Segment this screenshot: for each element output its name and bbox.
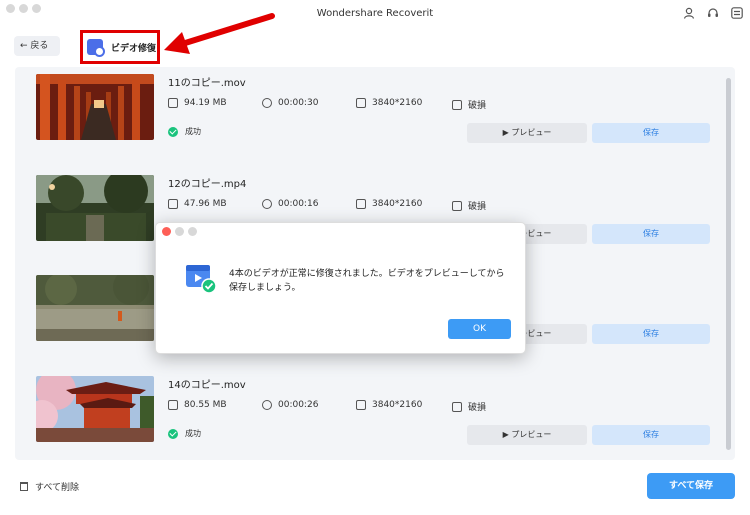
video-thumbnail[interactable] — [36, 275, 154, 341]
list-item: 14のコピー.mov 80.55 MB 00:00:26 3840*2160 破… — [36, 376, 716, 446]
success-check-icon — [168, 126, 178, 137]
resolution-icon — [356, 199, 366, 209]
file-resolution: 3840*2160 — [356, 98, 422, 108]
trash-icon — [20, 482, 28, 491]
file-name: 14のコピー.mov — [168, 380, 246, 391]
status-badge: 成功 — [168, 428, 201, 439]
clock-icon — [262, 98, 272, 108]
file-size: 47.96 MB — [168, 199, 227, 209]
file-name: 12のコピー.mp4 — [168, 179, 247, 190]
file-resolution: 3840*2160 — [356, 400, 422, 410]
video-repair-tab-label: ビデオ修復 — [111, 43, 157, 54]
delete-all-button[interactable]: すべて削除 — [20, 480, 79, 493]
success-check-icon — [168, 428, 178, 439]
list-scrollbar[interactable] — [726, 78, 731, 450]
file-icon — [168, 199, 178, 209]
camera-icon — [452, 401, 462, 412]
resolution-icon — [356, 400, 366, 410]
dialog-minimize-button[interactable] — [175, 227, 184, 236]
save-button[interactable]: 保存 — [592, 123, 710, 143]
delete-all-label: すべて削除 — [35, 483, 80, 493]
save-button[interactable]: 保存 — [592, 224, 710, 244]
menu-icon[interactable] — [730, 7, 744, 21]
save-all-button[interactable]: すべて保存 — [647, 473, 735, 499]
clock-icon — [262, 199, 272, 209]
account-icon[interactable] — [682, 7, 696, 21]
status-badge: 成功 — [168, 126, 201, 137]
dialog-zoom-button[interactable] — [188, 227, 197, 236]
file-duration: 00:00:16 — [262, 199, 318, 209]
file-duration: 00:00:26 — [262, 400, 318, 410]
ok-button[interactable]: OK — [448, 319, 511, 339]
save-button[interactable]: 保存 — [592, 324, 710, 344]
camera-icon — [452, 200, 462, 211]
resolution-icon — [356, 98, 366, 108]
support-headset-icon[interactable] — [706, 7, 720, 21]
video-thumbnail[interactable] — [36, 376, 154, 442]
file-resolution: 3840*2160 — [356, 199, 422, 209]
arrow-left-icon: ← — [20, 41, 28, 51]
file-size: 80.55 MB — [168, 400, 227, 410]
back-button-label: 戻る — [30, 41, 49, 51]
video-success-icon — [186, 265, 216, 293]
clock-icon — [262, 400, 272, 410]
back-button[interactable]: ← 戻る — [14, 36, 60, 56]
annotation-arrow — [164, 13, 275, 54]
camera-icon — [452, 99, 462, 110]
file-icon — [168, 400, 178, 410]
file-state: 破損 — [452, 400, 486, 413]
preview-button[interactable]: ▶ プレビュー — [467, 425, 587, 445]
title-bar: Wondershare Recoverit — [0, 0, 750, 30]
list-item: 11のコピー.mov 94.19 MB 00:00:30 3840*2160 破… — [36, 74, 716, 144]
video-thumbnail[interactable] — [36, 175, 154, 241]
video-repair-icon — [87, 39, 105, 57]
video-repair-tab[interactable]: ビデオ修復 — [80, 30, 160, 64]
file-duration: 00:00:30 — [262, 98, 318, 108]
save-button[interactable]: 保存 — [592, 425, 710, 445]
dialog-message: 4本のビデオが正常に修復されました。ビデオをプレビューしてから保存しましょう。 — [229, 269, 505, 293]
repair-complete-dialog: 4本のビデオが正常に修復されました。ビデオをプレビューしてから保存しましょう。 … — [155, 222, 526, 354]
file-name: 11のコピー.mov — [168, 78, 246, 89]
preview-button[interactable]: ▶ プレビュー — [467, 123, 587, 143]
window-title: Wondershare Recoverit — [316, 8, 434, 19]
video-thumbnail[interactable] — [36, 74, 154, 140]
file-state: 破損 — [452, 98, 486, 111]
dialog-close-button[interactable] — [162, 227, 171, 236]
file-state: 破損 — [452, 199, 486, 212]
file-icon — [168, 98, 178, 108]
file-size: 94.19 MB — [168, 98, 227, 108]
